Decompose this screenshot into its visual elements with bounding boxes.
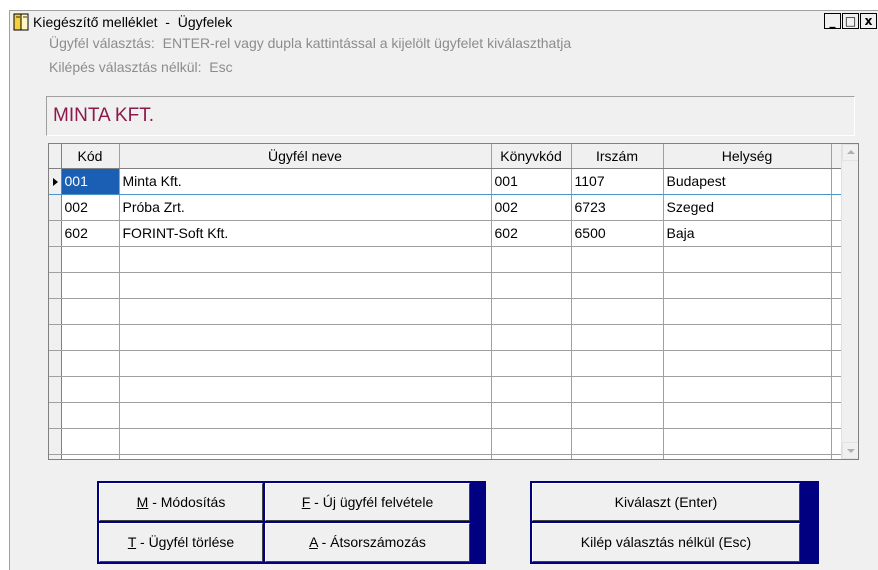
column-header-bookcode[interactable]: Könyvkód (491, 144, 572, 169)
client-grid[interactable]: Kód Ügyfél neve Könyvkód Irszám Helység … (48, 143, 859, 460)
cell-zip[interactable]: 6500 (571, 220, 664, 247)
row-indicator-header (49, 144, 62, 169)
empty-row (49, 454, 844, 459)
arrow-down-icon (847, 449, 855, 453)
empty-row (49, 428, 844, 455)
select-button-group: Kiválaszt (Enter) Kilép választás nélkül… (530, 481, 819, 564)
close-button[interactable]: x (860, 13, 877, 29)
selected-client-box: MINTA KFT. (46, 96, 855, 136)
cell-code[interactable]: 002 (61, 194, 120, 221)
vertical-scrollbar[interactable] (841, 144, 858, 459)
cell-name[interactable]: FORINT-Soft Kft. (119, 220, 492, 247)
column-header-zip[interactable]: Irszám (571, 144, 664, 169)
cell-code[interactable]: 001 (61, 168, 120, 195)
table-row[interactable]: 001 Minta Kft. 001 1107 Budapest (49, 168, 844, 195)
cell-zip[interactable]: 6723 (571, 194, 664, 221)
selected-client-name: MINTA KFT. (53, 105, 154, 126)
column-header-city[interactable]: Helység (663, 144, 832, 169)
column-header-code[interactable]: Kód (61, 144, 120, 169)
empty-row (49, 272, 844, 299)
hint-exit: Kilépés választás nélkül: Esc (49, 59, 233, 75)
dialog-window: Kiegészítő melléklet - Ügyfelek _ □ x Üg… (9, 10, 878, 570)
cell-city[interactable]: Budapest (663, 168, 832, 195)
book-icon (13, 13, 29, 31)
arrow-up-icon (847, 150, 855, 154)
table-row[interactable]: 002 Próba Zrt. 002 6723 Szeged (49, 194, 844, 221)
empty-row (49, 402, 844, 429)
row-indicator (49, 168, 62, 195)
cell-zip[interactable]: 1107 (571, 168, 664, 195)
cell-bookcode[interactable]: 002 (491, 194, 572, 221)
cell-name[interactable]: Minta Kft. (119, 168, 492, 195)
maximize-button[interactable]: □ (842, 13, 859, 29)
window-title: Kiegészítő melléklet - Ügyfelek (33, 14, 233, 30)
column-header-name[interactable]: Ügyfél neve (119, 144, 492, 169)
cell-city[interactable]: Szeged (663, 194, 832, 221)
hint-select: Ügyfél választás: ENTER-rel vagy dupla k… (49, 35, 572, 51)
cell-city[interactable]: Baja (663, 220, 832, 247)
window-controls: _ □ x (824, 13, 877, 29)
cell-name[interactable]: Próba Zrt. (119, 194, 492, 221)
minimize-button[interactable]: _ (824, 13, 841, 29)
empty-row (49, 324, 844, 351)
client-table: Kód Ügyfél neve Könyvkód Irszám Helység … (49, 144, 844, 459)
empty-row (49, 350, 844, 377)
title-bar: Kiegészítő melléklet - Ügyfelek _ □ x (10, 11, 878, 33)
cell-bookcode[interactable]: 602 (491, 220, 572, 247)
scroll-up-button[interactable] (842, 144, 858, 161)
row-indicator (49, 220, 62, 247)
cell-bookcode[interactable]: 001 (491, 168, 572, 195)
edit-button-group: M - Módosítás F - Új ügyfél felvétele T … (97, 481, 486, 564)
select-enter-button[interactable]: Kiválaszt (Enter) (532, 483, 800, 521)
empty-row (49, 376, 844, 403)
exit-esc-button[interactable]: Kilép választás nélkül (Esc) (532, 523, 800, 562)
renumber-button[interactable]: A - Átsorszámozás (265, 523, 470, 562)
row-indicator (49, 194, 62, 221)
delete-client-button[interactable]: T - Ügyfél törlése (99, 523, 263, 562)
new-client-button[interactable]: F - Új ügyfél felvétele (265, 483, 470, 521)
table-row[interactable]: 602 FORINT-Soft Kft. 602 6500 Baja (49, 220, 844, 247)
header-row: Kód Ügyfél neve Könyvkód Irszám Helység (49, 144, 844, 169)
current-row-arrow-icon (53, 177, 58, 186)
cell-code[interactable]: 602 (61, 220, 120, 247)
modify-button[interactable]: M - Módosítás (99, 483, 263, 521)
empty-row (49, 246, 844, 273)
scroll-down-button[interactable] (842, 442, 858, 459)
empty-row (49, 298, 844, 325)
